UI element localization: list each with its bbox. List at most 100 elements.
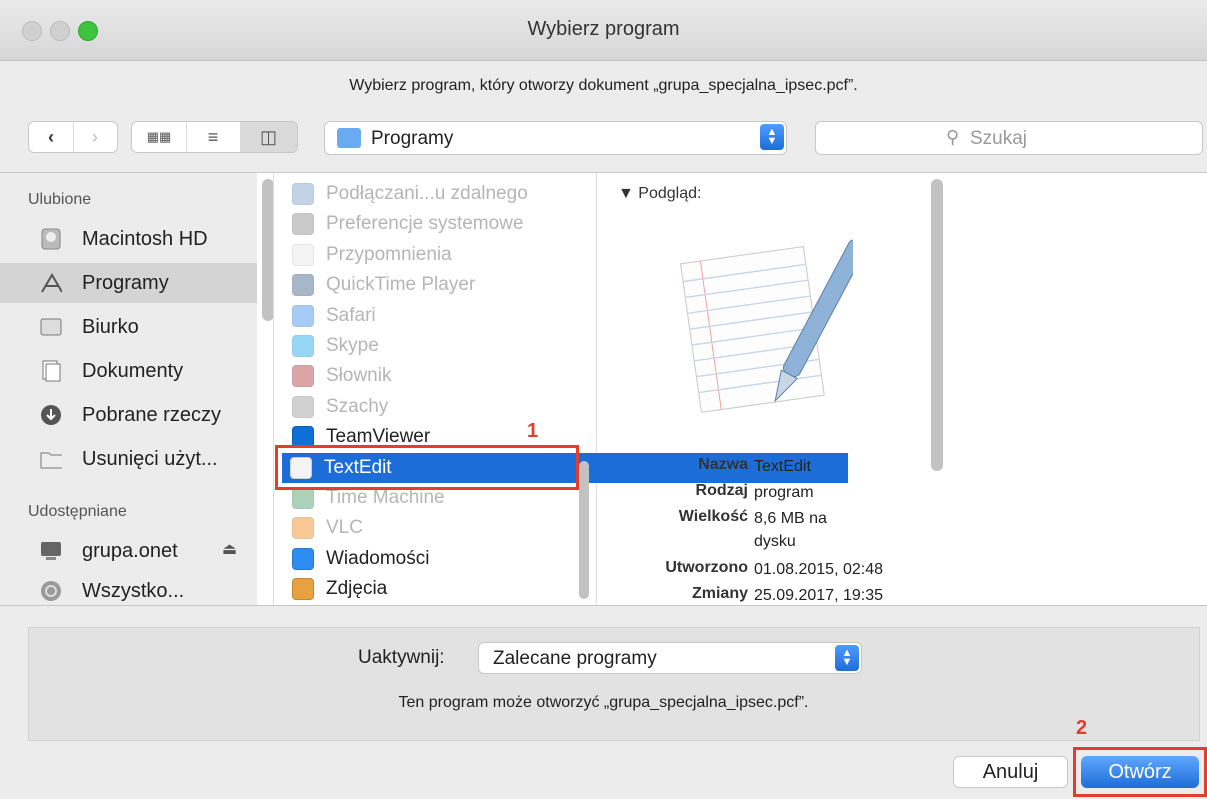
desktop-icon: [40, 316, 62, 338]
sidebar-item-label: grupa.onet: [82, 539, 178, 562]
highlight-box-open: [1073, 747, 1207, 797]
sidebar-item-macintosh-hd[interactable]: Macintosh HD: [0, 219, 257, 259]
sidebar: Ulubione Macintosh HD Programy Biurko Do…: [0, 173, 274, 605]
hard-drive-icon: [40, 228, 62, 250]
info-label-name: Nazwa: [698, 456, 748, 473]
app-list-item: Safari: [284, 301, 584, 331]
sidebar-item-usunieci-uzytkownicy[interactable]: Usunięci użyt...: [0, 439, 257, 479]
title-bar: Wybierz program: [0, 0, 1207, 61]
info-value-modified: 25.09.2017, 19:35: [754, 587, 884, 604]
info-value-created: 01.08.2015, 02:48: [754, 561, 884, 578]
disclosure-triangle-icon[interactable]: ▼: [618, 185, 634, 202]
sidebar-item-label: Wszystko...: [82, 579, 185, 602]
app-name: Wiadomości: [326, 547, 430, 569]
computer-icon: [40, 540, 62, 562]
app-name: Zdjęcia: [326, 578, 388, 600]
sidebar-item-wszystko[interactable]: Wszystko...: [0, 571, 257, 605]
app-list-item[interactable]: Wiadomości: [284, 544, 584, 574]
app-icon: [292, 335, 314, 357]
downloads-icon: [40, 404, 62, 426]
enable-select-value: Zalecane programy: [493, 648, 657, 669]
applications-scrollbar[interactable]: [579, 461, 589, 599]
app-icon: [292, 487, 314, 509]
icon-view-button[interactable]: ▦▦: [132, 122, 187, 152]
sidebar-item-label: Usunięci użyt...: [82, 447, 218, 470]
sidebar-item-pobrane-rzeczy[interactable]: Pobrane rzeczy: [0, 395, 257, 435]
forward-button[interactable]: ›: [73, 122, 117, 152]
window-title: Wybierz program: [527, 18, 680, 40]
info-value-name: TextEdit: [754, 458, 811, 475]
applications-icon: [40, 272, 62, 294]
highlight-box-textedit: [275, 445, 579, 490]
app-list-item[interactable]: Zdjęcia: [284, 574, 584, 604]
app-list-item: VLC: [284, 513, 584, 543]
shared-header: Udostępniane: [28, 503, 127, 520]
app-name: Skype: [326, 335, 379, 356]
sidebar-item-grupa-onet[interactable]: grupa.onet ⏏: [0, 531, 257, 571]
list-view-button[interactable]: ≡: [186, 122, 241, 152]
app-list-item: Słownik: [284, 361, 584, 391]
search-icon: ⚲: [946, 127, 960, 147]
info-value-kind: program: [754, 484, 814, 501]
sidebar-item-label: Biurko: [82, 315, 139, 338]
app-icon: [292, 547, 314, 570]
sidebar-item-biurko[interactable]: Biurko: [0, 307, 257, 347]
preview-header-label: Podgląd:: [638, 185, 702, 202]
sidebar-item-label: Pobrane rzeczy: [82, 403, 221, 426]
app-icon: [292, 274, 314, 297]
applications-column: Podłączani...u zdalnego Preferencje syste…: [273, 173, 848, 605]
app-name: Safari: [326, 304, 376, 326]
app-name: Podłączani...u zdalnego: [326, 183, 528, 204]
annotation-step-1: 1: [527, 420, 539, 442]
info-label-created: Utworzono: [665, 559, 748, 576]
cancel-button[interactable]: Anuluj: [953, 756, 1068, 788]
info-label-size: Wielkość: [678, 508, 748, 525]
enable-select[interactable]: Zalecane programy ▲ ▼: [478, 642, 862, 674]
app-name: Szachy: [326, 395, 389, 417]
app-icon: [292, 578, 314, 601]
app-name: Time Machine: [326, 487, 445, 508]
app-name: QuickTime Player: [326, 274, 476, 296]
info-value-size: 8,6 MB na dysku: [754, 510, 827, 550]
preview-header: ▼ Podgląd:: [618, 185, 701, 203]
compatibility-note: Ten program może otworzyć „grupa_specjal…: [398, 694, 809, 711]
app-icon: [292, 304, 314, 327]
location-label: Programy: [371, 128, 454, 149]
app-icon: [292, 365, 314, 388]
sidebar-item-dokumenty[interactable]: Dokumenty: [0, 351, 257, 391]
back-button[interactable]: ‹: [29, 122, 74, 152]
applications-folder-icon: [337, 128, 361, 148]
info-label-modified: Zmiany: [691, 585, 748, 602]
chevron-updown-icon: ▲ ▼: [760, 124, 784, 150]
app-name: Preferencje systemowe: [326, 213, 524, 235]
textedit-app-icon: [680, 239, 853, 413]
network-icon: [40, 580, 62, 602]
app-icon: [292, 243, 314, 266]
favorites-header: Ulubione: [28, 191, 92, 208]
sidebar-item-label: Programy: [82, 271, 169, 294]
app-list-item: Szachy: [284, 392, 584, 422]
file-browser: Ulubione Macintosh HD Programy Biurko Do…: [0, 172, 1207, 606]
app-list-item: Skype: [284, 331, 584, 361]
app-icon: [292, 395, 314, 418]
info-label-kind: Rodzaj: [695, 482, 748, 499]
app-list-item: Przypomnienia: [284, 240, 584, 270]
view-mode-group: ▦▦ ≡ ◫: [131, 121, 298, 153]
sidebar-item-label: Macintosh HD: [82, 227, 208, 250]
sidebar-item-label: Dokumenty: [82, 359, 184, 382]
column-view-button[interactable]: ◫: [240, 122, 297, 152]
annotation-step-2: 2: [1076, 717, 1088, 739]
search-input[interactable]: ⚲ Szukaj: [815, 121, 1203, 155]
location-select[interactable]: Programy ▲ ▼: [324, 121, 787, 155]
chevron-updown-icon: ▲ ▼: [835, 645, 859, 671]
eject-icon[interactable]: ⏏: [222, 539, 237, 559]
search-placeholder: Szukaj: [970, 128, 1028, 149]
sidebar-item-programy[interactable]: Programy: [0, 263, 257, 303]
app-name: Przypomnienia: [326, 243, 452, 265]
app-list-item: Podłączani...u zdalnego: [284, 179, 584, 209]
app-icon: [292, 517, 314, 540]
app-name: Słownik: [326, 365, 392, 387]
app-list-item: Preferencje systemowe: [284, 209, 584, 239]
preview-scrollbar[interactable]: [931, 179, 943, 471]
app-list-item: QuickTime Player: [284, 270, 584, 300]
